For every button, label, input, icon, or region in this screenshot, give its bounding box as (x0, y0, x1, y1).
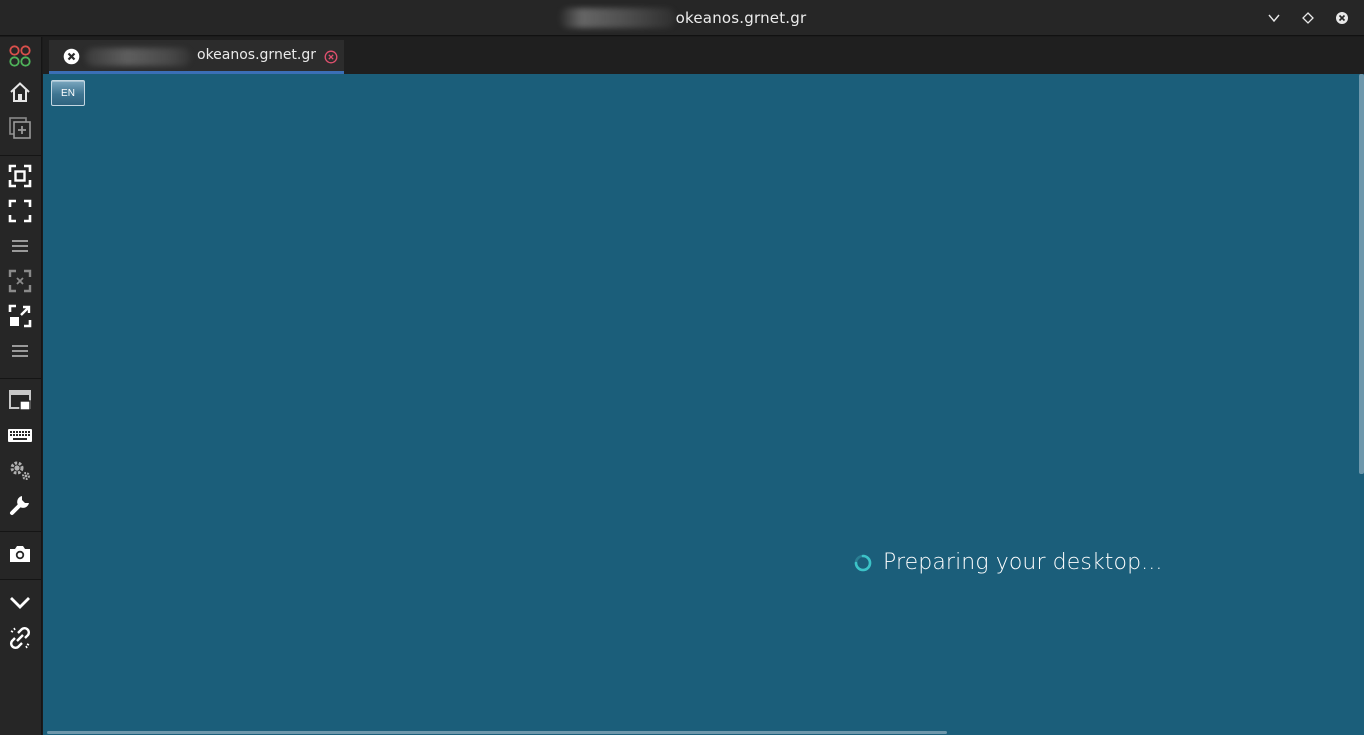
tab-label: okeanos.grnet.gr (197, 47, 317, 63)
vertical-scrollbar[interactable] (1359, 74, 1364, 474)
screenshot-icon (10, 546, 30, 562)
loading-spinner-icon (854, 554, 872, 571)
remote-desktop-view[interactable]: EN Preparing your desktop... (43, 74, 1364, 735)
close-icon[interactable] (324, 50, 338, 64)
disconnect-icon (10, 627, 30, 649)
redacted-title-prefix (557, 8, 676, 28)
window-controls (1262, 0, 1354, 36)
preferences-button[interactable] (5, 456, 35, 484)
connections-icon (9, 45, 31, 67)
toolbar-separator (0, 155, 42, 156)
loading-status: Preparing your desktop... (853, 550, 1162, 575)
fit-window-icon (8, 164, 32, 188)
language-button[interactable]: EN (51, 80, 85, 106)
window-title: okeanos.grnet.gr (675, 9, 807, 27)
new-connection-icon (9, 117, 31, 139)
new-connection-button[interactable] (5, 114, 35, 142)
tools-icon (10, 496, 29, 515)
scale-menu-button[interactable] (5, 337, 35, 365)
home-icon (10, 82, 30, 102)
screenshot-button[interactable] (5, 540, 35, 568)
disconnect-button[interactable] (5, 624, 35, 652)
toolbar-separator (0, 378, 42, 379)
keyboard-icon (8, 429, 32, 442)
horizontal-scrollbar[interactable] (47, 731, 947, 734)
connection-tabbar: okeanos.grnet.gr (43, 37, 1364, 74)
scaled-mode-button[interactable] (5, 267, 35, 295)
dynamic-resize-icon (8, 304, 32, 328)
minimize-button[interactable] (1262, 6, 1286, 30)
toolbar-separator (0, 579, 42, 580)
chevron-down-icon (10, 597, 30, 609)
maximize-button[interactable] (1296, 6, 1320, 30)
fullscreen-icon (8, 199, 32, 223)
tools-button[interactable] (5, 491, 35, 519)
scaled-mode-icon (8, 269, 32, 293)
minimize-toolbar-button[interactable] (5, 588, 35, 616)
window-title-wrap: okeanos.grnet.gr (0, 0, 1364, 36)
remote-desktop-icon (63, 48, 80, 65)
remmina-toolbar (0, 37, 42, 735)
fullscreen-menu-button[interactable] (5, 232, 35, 260)
home-button[interactable] (5, 78, 35, 106)
toolbar-separator (0, 531, 42, 532)
redacted-tab-prefix (85, 48, 191, 66)
fit-window-button[interactable] (5, 162, 35, 190)
menu-icon (12, 240, 28, 252)
dynamic-resize-button[interactable] (5, 302, 35, 330)
chevron-down-icon (1268, 14, 1280, 23)
diamond-icon (1302, 12, 1314, 24)
tab-connection[interactable]: okeanos.grnet.gr (49, 40, 344, 74)
multi-monitor-icon (9, 390, 31, 411)
keyboard-grab-button[interactable] (5, 421, 35, 449)
loading-text: Preparing your desktop... (883, 550, 1163, 575)
close-icon (1336, 12, 1348, 24)
menu-icon (12, 345, 28, 357)
close-window-button[interactable] (1330, 6, 1354, 30)
window-titlebar[interactable]: okeanos.grnet.gr (0, 0, 1364, 36)
settings-icon (10, 461, 30, 480)
multi-monitor-button[interactable] (5, 386, 35, 414)
fullscreen-button[interactable] (5, 197, 35, 225)
connections-button[interactable] (5, 42, 35, 70)
